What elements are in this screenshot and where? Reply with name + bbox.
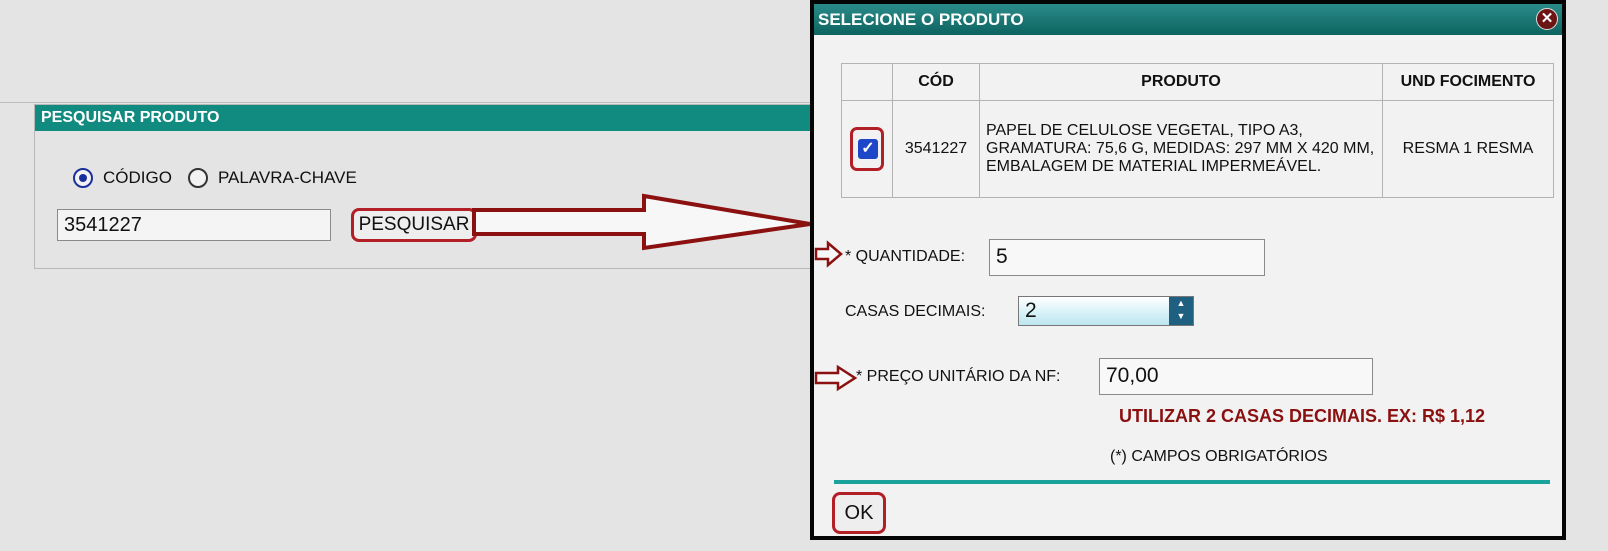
- spin-up-icon[interactable]: ▲: [1169, 297, 1193, 310]
- ok-button[interactable]: OK: [832, 492, 886, 534]
- search-button[interactable]: PESQUISAR: [351, 208, 477, 242]
- product-table: CÓD PRODUTO UND FOCIMENTO ✓ 3541227 PAPE…: [841, 63, 1554, 198]
- select-product-dialog: SELECIONE O PRODUTO ✕ CÓD PRODUTO UND FO…: [810, 0, 1566, 540]
- radio-palavra-chave[interactable]: [187, 168, 208, 188]
- dialog-divider: [834, 480, 1550, 484]
- panel-title: PESQUISAR PRODUTO: [35, 105, 833, 131]
- dialog-title: SELECIONE O PRODUTO: [818, 10, 1024, 29]
- column-header-und: UND FOCIMENTO: [1382, 63, 1554, 101]
- annotation-arrow-quantidade: [814, 240, 843, 268]
- table-header-row: CÓD PRODUTO UND FOCIMENTO: [841, 63, 1554, 101]
- preco-unitario-input[interactable]: 70,00: [1099, 358, 1373, 395]
- casas-decimais-label: CASAS DECIMAIS:: [845, 303, 986, 320]
- row-cod: 3541227: [892, 100, 980, 198]
- casas-decimais-value: 2: [1025, 299, 1037, 322]
- preco-unitario-label: * PREÇO UNITÁRIO DA NF:: [856, 368, 1061, 385]
- spin-down-icon[interactable]: ▼: [1169, 310, 1193, 323]
- annotation-arrow-preco: [814, 364, 858, 392]
- required-fields-note: (*) CAMPOS OBRIGATÓRIOS: [1110, 448, 1328, 465]
- product-code-input[interactable]: 3541227: [57, 209, 331, 241]
- column-header-cod: CÓD: [892, 63, 980, 101]
- casas-decimais-select[interactable]: 2 ▲ ▼: [1018, 296, 1194, 326]
- annotation-arrow-large: [472, 193, 811, 251]
- row-checkbox[interactable]: ✓: [858, 139, 878, 159]
- quantidade-label: * QUANTIDADE:: [845, 248, 966, 265]
- quantidade-input[interactable]: 5: [989, 239, 1265, 276]
- column-header-produto: PRODUTO: [979, 63, 1383, 101]
- close-icon[interactable]: ✕: [1536, 8, 1558, 30]
- search-mode-radio-group: CÓDIGO PALAVRA-CHAVE: [73, 168, 373, 188]
- row-checkbox-highlight: ✓: [850, 127, 884, 171]
- radio-codigo-label[interactable]: CÓDIGO: [103, 168, 172, 188]
- row-und: RESMA 1 RESMA: [1382, 100, 1554, 198]
- dialog-title-bar: SELECIONE O PRODUTO ✕: [814, 4, 1562, 35]
- decimal-hint-text: UTILIZAR 2 CASAS DECIMAIS. EX: R$ 1,12: [1119, 406, 1486, 426]
- table-row[interactable]: ✓ 3541227 PAPEL DE CELULOSE VEGETAL, TIP…: [841, 100, 1554, 198]
- column-header-select: [841, 63, 893, 101]
- spinner-arrows-icon[interactable]: ▲ ▼: [1169, 297, 1193, 325]
- row-select-cell: ✓: [841, 100, 893, 198]
- radio-palavra-chave-label[interactable]: PALAVRA-CHAVE: [218, 168, 357, 188]
- top-separator-line: [0, 102, 828, 103]
- row-produto: PAPEL DE CELULOSE VEGETAL, TIPO A3, GRAM…: [979, 100, 1383, 198]
- radio-codigo[interactable]: [73, 168, 93, 188]
